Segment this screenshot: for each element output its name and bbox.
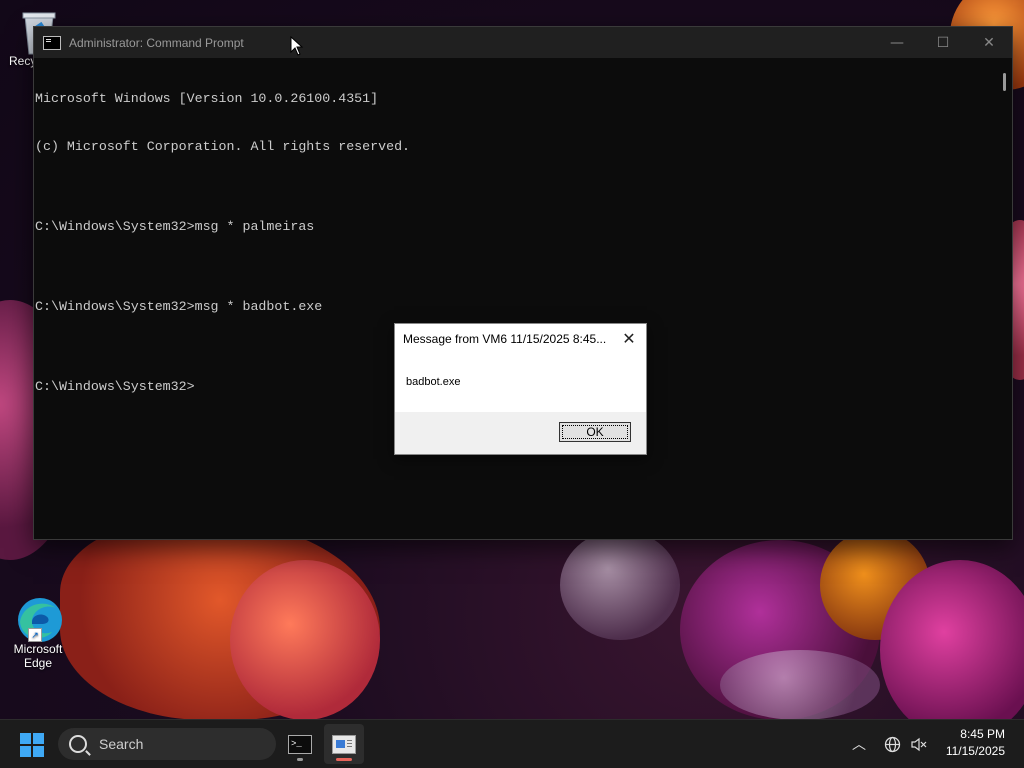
terminal-icon: >_	[288, 734, 312, 754]
close-icon: ✕	[622, 331, 636, 348]
taskbar-app-command-prompt[interactable]: >_	[280, 724, 320, 764]
maximize-button[interactable]: ☐	[920, 27, 966, 58]
chevron-up-icon: ︿	[852, 737, 866, 753]
clock-time: 8:45 PM	[960, 727, 1005, 741]
console-line: C:\Windows\System32>msg * badbot.exe	[35, 299, 323, 314]
ok-button[interactable]: OK	[559, 422, 631, 442]
cmd-window[interactable]: Administrator: Command Prompt — ☐ ✕ Micr…	[33, 26, 1013, 540]
taskbar-app-message-window[interactable]	[324, 724, 364, 764]
app-window-icon	[332, 734, 356, 754]
edge-icon: ↗	[16, 596, 62, 642]
windows-logo-icon	[20, 733, 31, 744]
close-button[interactable]: ✕	[966, 27, 1012, 58]
cmd-app-icon	[43, 35, 61, 50]
desktop-icon-microsoft-edge[interactable]: ↗ Microsoft Edge	[0, 596, 76, 670]
running-indicator	[297, 758, 303, 761]
volume-button[interactable]	[910, 720, 928, 768]
message-text: badbot.exe	[406, 376, 461, 388]
console-line: (c) Microsoft Corporation. All rights re…	[35, 139, 411, 154]
message-dialog[interactable]: Message from VM6 11/15/2025 8:45... ✕ ba…	[394, 323, 647, 455]
cmd-titlebar[interactable]: Administrator: Command Prompt — ☐ ✕	[34, 27, 1012, 58]
clock-date: 11/15/2025	[945, 744, 1005, 758]
message-dialog-titlebar[interactable]: Message from VM6 11/15/2025 8:45... ✕	[395, 324, 646, 354]
maximize-icon: ☐	[936, 34, 950, 51]
mouse-cursor-icon	[290, 35, 304, 60]
network-button[interactable]	[884, 720, 901, 768]
shortcut-arrow-icon: ↗	[28, 628, 42, 642]
globe-icon	[884, 736, 901, 752]
close-icon: ✕	[983, 34, 995, 51]
console-line: C:\Windows\System32>msg * palmeiras	[35, 219, 315, 234]
message-dialog-title: Message from VM6 11/15/2025 8:45...	[403, 332, 607, 346]
minimize-icon: —	[890, 34, 904, 51]
console-line: Microsoft Windows [Version 10.0.26100.43…	[35, 91, 379, 106]
search-label: Search	[99, 736, 144, 752]
start-button[interactable]	[20, 733, 44, 757]
cmd-scrollbar-thumb[interactable]	[1003, 73, 1006, 91]
cmd-window-title: Administrator: Command Prompt	[69, 35, 244, 50]
taskbar-clock[interactable]: 8:45 PM 11/15/2025	[946, 726, 1005, 760]
taskbar-search-box[interactable]: Search	[58, 728, 276, 760]
active-indicator	[336, 758, 352, 761]
cmd-console-output[interactable]: Microsoft Windows [Version 10.0.26100.43…	[34, 58, 998, 539]
dialog-close-button[interactable]: ✕	[618, 328, 640, 350]
taskbar: Search >_ ︿ 8:45 PM 11/15/2025	[0, 719, 1024, 768]
search-icon	[69, 735, 87, 753]
microsoft-edge-label: Microsoft Edge	[13, 642, 63, 670]
show-hidden-icons-button[interactable]: ︿	[852, 720, 866, 768]
speaker-muted-icon	[911, 737, 927, 751]
message-dialog-footer: OK	[395, 412, 646, 454]
minimize-button[interactable]: —	[874, 27, 920, 58]
